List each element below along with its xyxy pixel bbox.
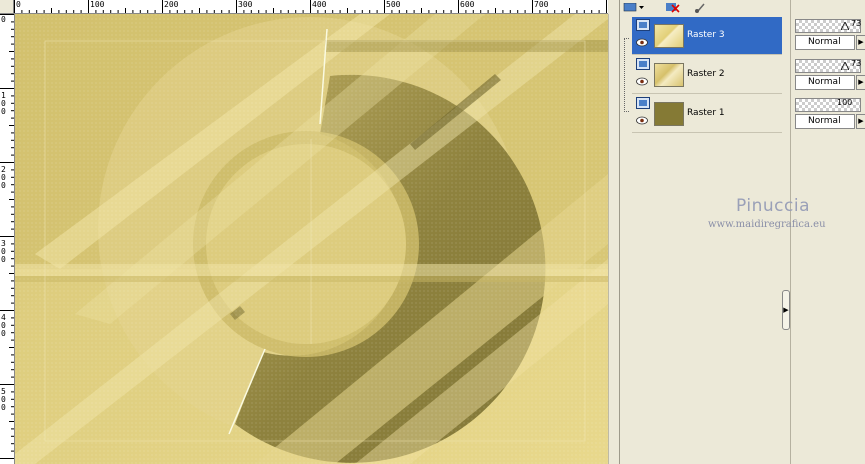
layer-icon[interactable] [623, 2, 637, 12]
layer-thumbnail [654, 24, 684, 48]
layer-name: Raster 1 [687, 108, 725, 118]
opacity-value: 73 [851, 59, 862, 68]
layer-icon [636, 19, 650, 31]
ruler-top-label: 600 [460, 0, 475, 9]
opacity-value: 100 [837, 98, 853, 107]
chevron-right-icon: ▶ [783, 306, 789, 314]
layer-icon [636, 58, 650, 70]
ruler-top: 0 100 200 300 400 500 600 700 [14, 0, 608, 14]
ruler-top-label: 200 [164, 0, 179, 9]
eye-icon[interactable] [636, 77, 648, 86]
canvas-artwork [15, 14, 608, 464]
ruler-top-label: 400 [312, 0, 327, 9]
eye-icon[interactable] [636, 116, 648, 125]
layer-row-raster-3[interactable]: Raster 3 [632, 17, 782, 55]
chevron-down-icon[interactable] [639, 6, 644, 9]
ruler-left-label: 3 0 0 [1, 239, 6, 264]
ruler-left: 0 1 0 0 2 0 0 3 0 0 4 0 0 5 0 0 [0, 14, 15, 464]
ruler-top-label: 700 [534, 0, 549, 9]
layer-thumbnail [654, 102, 684, 126]
panel-collapse-handle[interactable]: ▶ [782, 290, 790, 330]
blend-mode-select[interactable]: Normal [795, 75, 855, 90]
layer-name: Raster 2 [687, 69, 725, 79]
chevron-right-icon[interactable]: ▶ [856, 114, 865, 129]
group-connector [624, 38, 629, 112]
opacity-marker-icon [841, 22, 849, 30]
chevron-right-icon[interactable]: ▶ [856, 35, 865, 50]
layer-props-raster-1: 100 Normal ▶ [795, 98, 865, 132]
layers-panel: Raster 3 Raster 2 Raster 1 [619, 0, 790, 464]
blend-mode-select[interactable]: Normal [795, 35, 855, 50]
layers-toolbar-icons [623, 2, 705, 13]
layer-thumbnail [654, 63, 684, 87]
layer-row-raster-1[interactable]: Raster 1 [632, 95, 782, 133]
ruler-left-label: 0 [1, 15, 6, 24]
ruler-top-label: 500 [386, 0, 401, 9]
ruler-top-label: 300 [238, 0, 253, 9]
layer-row-raster-2[interactable]: Raster 2 [632, 56, 782, 94]
eye-icon[interactable] [636, 38, 648, 47]
ruler-top-label: 100 [90, 0, 105, 9]
blend-mode-select[interactable]: Normal [795, 114, 855, 129]
watermark-url: www.maidiregrafica.eu [708, 219, 826, 230]
chevron-right-icon[interactable]: ▶ [856, 75, 865, 90]
ruler-left-label: 4 0 0 [1, 313, 6, 338]
layer-properties-panel: 73 Normal ▶ 73 Normal ▶ 100 Normal ▶ [790, 0, 865, 464]
layer-props-raster-2: 73 Normal ▶ [795, 59, 865, 93]
layer-icon [636, 97, 650, 109]
ruler-top-label: 0 [16, 0, 21, 9]
image-canvas[interactable] [15, 14, 608, 464]
canvas-scroll-margin [608, 14, 619, 464]
opacity-value: 73 [851, 19, 862, 28]
ruler-left-label: 2 0 0 [1, 165, 6, 190]
layer-props-raster-3: 73 Normal ▶ [795, 19, 865, 53]
layer-name: Raster 3 [687, 30, 725, 40]
delete-layer-icon[interactable] [666, 3, 680, 13]
ruler-left-label: 5 0 0 [1, 387, 6, 412]
ruler-left-label: 1 0 0 [1, 91, 6, 116]
opacity-marker-icon [841, 62, 849, 70]
brush-icon[interactable] [695, 3, 705, 13]
layers-toolbar [622, 0, 788, 13]
ruler-corner [0, 0, 14, 14]
watermark-name: Pinuccia [736, 196, 810, 216]
